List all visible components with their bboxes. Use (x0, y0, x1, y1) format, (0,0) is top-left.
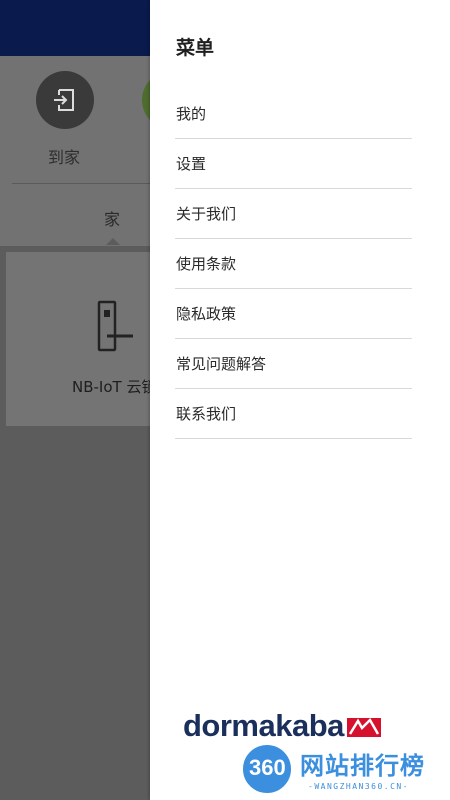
device-card: NB-IoT 云锁 (6, 252, 156, 426)
watermark-name: 网站排行榜 (300, 752, 425, 780)
menu-item-mine[interactable]: 我的 (175, 89, 412, 139)
arrive-home-label: 到家 (48, 148, 81, 167)
background-divider (12, 183, 150, 184)
drawer-menu: 我的 设置 关于我们 使用条款 隐私政策 常见问题解答 联系我们 (175, 89, 412, 439)
enter-home-icon (54, 89, 74, 111)
drawer-title: 菜单 (176, 37, 215, 59)
menu-item-faq[interactable]: 常见问题解答 (175, 339, 412, 389)
menu-item-label: 关于我们 (176, 205, 237, 223)
watermark-url: -WANGZHAN360.CN- (308, 782, 410, 791)
menu-item-about-us[interactable]: 关于我们 (175, 189, 412, 239)
menu-item-label: 使用条款 (176, 255, 237, 273)
menu-item-label: 联系我们 (176, 405, 237, 423)
device-card-label: NB-IoT 云锁 (72, 378, 157, 396)
tab-indicator (106, 238, 120, 245)
door-lock-icon (97, 300, 133, 352)
menu-item-label: 常见问题解答 (176, 355, 267, 373)
menu-item-label: 我的 (176, 105, 207, 123)
brand-mark-icon (346, 717, 381, 737)
menu-item-terms-of-use[interactable]: 使用条款 (175, 239, 412, 289)
tab-home: 家 (104, 210, 121, 229)
navigation-drawer: 菜单 我的 设置 关于我们 使用条款 隐私政策 常见问题解答 联系我们 dorm… (150, 0, 450, 800)
menu-item-contact-us[interactable]: 联系我们 (175, 389, 412, 439)
menu-item-settings[interactable]: 设置 (175, 139, 412, 189)
menu-item-label: 隐私政策 (176, 305, 237, 323)
watermark-badge-text: 360 (249, 755, 286, 780)
brand-logo: dormakaba (183, 708, 381, 744)
menu-item-privacy-policy[interactable]: 隐私政策 (175, 289, 412, 339)
brand-name: dormakaba (183, 708, 344, 743)
watermark: 360 网站排行榜 -WANGZHAN360.CN- (240, 742, 450, 800)
arrive-home-button (36, 71, 94, 129)
watermark-badge: 360 (240, 742, 294, 796)
menu-item-label: 设置 (176, 155, 207, 173)
